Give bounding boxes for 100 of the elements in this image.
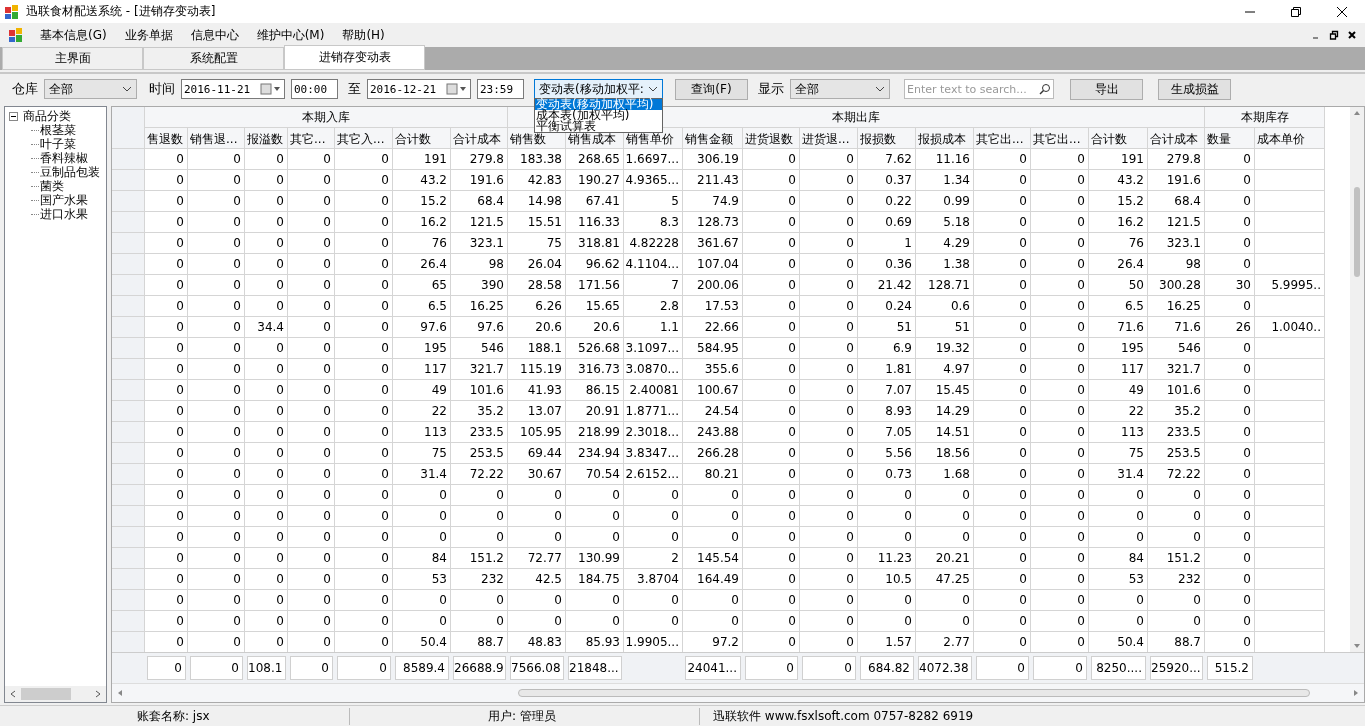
table-cell: 0 xyxy=(188,590,245,611)
row-header[interactable] xyxy=(112,338,145,359)
table-cell: 0 xyxy=(800,170,858,191)
calendar-icon[interactable] xyxy=(446,83,468,95)
menu-item[interactable]: 帮助(H) xyxy=(342,26,385,44)
column-header[interactable]: 合计数 xyxy=(393,128,451,149)
row-header[interactable] xyxy=(112,422,145,443)
table-cell: 0 xyxy=(1031,569,1089,590)
column-header[interactable]: 合计成本 xyxy=(451,128,508,149)
horizontal-scrollbar[interactable] xyxy=(112,683,1364,702)
row-header[interactable] xyxy=(112,212,145,233)
row-header[interactable] xyxy=(112,485,145,506)
caret-icon xyxy=(122,86,132,92)
scroll-thumb[interactable] xyxy=(1354,187,1360,277)
tree-item[interactable]: 叶子菜 xyxy=(40,137,76,151)
table-cell: 0 xyxy=(743,590,800,611)
row-header[interactable] xyxy=(112,590,145,611)
column-header[interactable]: 合计数 xyxy=(1089,128,1148,149)
generate-button[interactable]: 生成损益 xyxy=(1158,78,1231,100)
tree-item[interactable]: 商品分类 xyxy=(23,109,71,123)
vertical-scrollbar[interactable] xyxy=(1350,107,1364,652)
column-header[interactable]: 销售金额 xyxy=(683,128,743,149)
menu-item[interactable]: 基本信息(G) xyxy=(40,26,107,44)
row-header[interactable] xyxy=(112,275,145,296)
search-field[interactable]: Enter text to search... xyxy=(904,79,1054,99)
row-header[interactable] xyxy=(112,170,145,191)
horizontal-scrollbar[interactable] xyxy=(5,686,106,702)
table-cell: 0 xyxy=(743,338,800,359)
row-header[interactable] xyxy=(112,443,145,464)
restore-icon[interactable] xyxy=(1290,5,1302,18)
close-icon[interactable] xyxy=(1347,30,1357,40)
tab[interactable]: 主界面 xyxy=(2,47,143,70)
tree-item[interactable]: 香料辣椒 xyxy=(40,151,88,165)
row-header[interactable] xyxy=(112,569,145,590)
column-header[interactable]: 成本单价 xyxy=(1255,128,1325,149)
tree-item[interactable]: 根茎菜 xyxy=(40,123,76,137)
row-header[interactable] xyxy=(112,464,145,485)
tree-item[interactable]: 豆制品包装 xyxy=(40,165,100,179)
column-header[interactable]: 报溢数 xyxy=(245,128,288,149)
column-header[interactable]: 报损数 xyxy=(858,128,916,149)
tab[interactable]: 系统配置 xyxy=(143,47,284,70)
column-header[interactable]: 其它出... xyxy=(1031,128,1089,149)
column-header[interactable]: 合计成本 xyxy=(1148,128,1205,149)
scroll-thumb[interactable] xyxy=(518,689,1310,697)
column-header[interactable]: 销售退... xyxy=(188,128,245,149)
table-cell: 0 xyxy=(800,506,858,527)
tree-item[interactable]: 菌类 xyxy=(40,179,64,193)
query-button[interactable]: 查询(F) xyxy=(675,78,748,100)
row-header[interactable] xyxy=(112,506,145,527)
time-field[interactable]: 00:00 xyxy=(291,79,338,99)
row-header[interactable] xyxy=(112,296,145,317)
down-arrow-icon[interactable] xyxy=(1353,642,1361,650)
dropdown-option[interactable]: 变动表(移动加权平均) xyxy=(535,99,662,110)
time-field[interactable]: 23:59 xyxy=(477,79,524,99)
scroll-thumb[interactable] xyxy=(21,688,71,700)
empty-cell xyxy=(1255,191,1325,212)
date-field[interactable]: 2016-12-21 xyxy=(367,79,471,99)
dropdown-option[interactable]: 成本表(加权平均) xyxy=(535,110,662,121)
menu-item[interactable]: 维护中心(M) xyxy=(256,26,325,44)
row-header[interactable] xyxy=(112,191,145,212)
row-header[interactable] xyxy=(112,527,145,548)
close-icon[interactable] xyxy=(1336,5,1348,18)
right-arrow-icon[interactable] xyxy=(1352,689,1360,697)
row-header[interactable] xyxy=(112,317,145,338)
menu-item[interactable]: 业务单据 xyxy=(124,26,173,44)
row-header[interactable] xyxy=(112,632,145,652)
column-header[interactable]: 售退数 xyxy=(145,128,188,149)
report-type-dropdown[interactable]: 变动表(移动加权平: xyxy=(534,79,663,99)
collapse-icon[interactable] xyxy=(9,111,18,121)
column-header[interactable]: 其它出... xyxy=(974,128,1031,149)
tree-item[interactable]: 进口水果 xyxy=(40,207,88,221)
up-arrow-icon[interactable] xyxy=(1353,109,1361,117)
row-header[interactable] xyxy=(112,359,145,380)
row-header[interactable] xyxy=(112,254,145,275)
column-header[interactable]: 进货退数 xyxy=(743,128,800,149)
menu-item[interactable]: 信息中心 xyxy=(190,26,239,44)
export-button[interactable]: 导出 xyxy=(1070,78,1143,100)
tree-item[interactable]: 国产水果 xyxy=(40,193,88,207)
column-header[interactable]: 报损成本 xyxy=(916,128,974,149)
row-header[interactable] xyxy=(112,149,145,170)
row-header[interactable] xyxy=(112,380,145,401)
column-header[interactable]: 数量 xyxy=(1205,128,1255,149)
row-header[interactable] xyxy=(112,611,145,632)
table-cell: 0 xyxy=(145,548,188,569)
display-dropdown[interactable]: 全部 xyxy=(790,79,890,99)
empty-cell xyxy=(1255,422,1325,443)
row-header[interactable] xyxy=(112,233,145,254)
warehouse-dropdown[interactable]: 全部 xyxy=(44,79,137,99)
tab[interactable]: 进销存变动表 xyxy=(284,45,425,70)
left-arrow-icon[interactable] xyxy=(116,689,124,697)
table-cell: 0 xyxy=(1148,485,1205,506)
row-header[interactable] xyxy=(112,401,145,422)
restore-icon[interactable] xyxy=(1329,30,1339,40)
table-cell: 69.44 xyxy=(508,443,566,464)
column-header[interactable]: 进货退... xyxy=(800,128,858,149)
date-field[interactable]: 2016-11-21 xyxy=(181,79,285,99)
row-header[interactable] xyxy=(112,548,145,569)
column-header[interactable]: 其它入... xyxy=(335,128,393,149)
column-header[interactable]: 其它... xyxy=(288,128,335,149)
calendar-icon[interactable] xyxy=(260,83,282,95)
